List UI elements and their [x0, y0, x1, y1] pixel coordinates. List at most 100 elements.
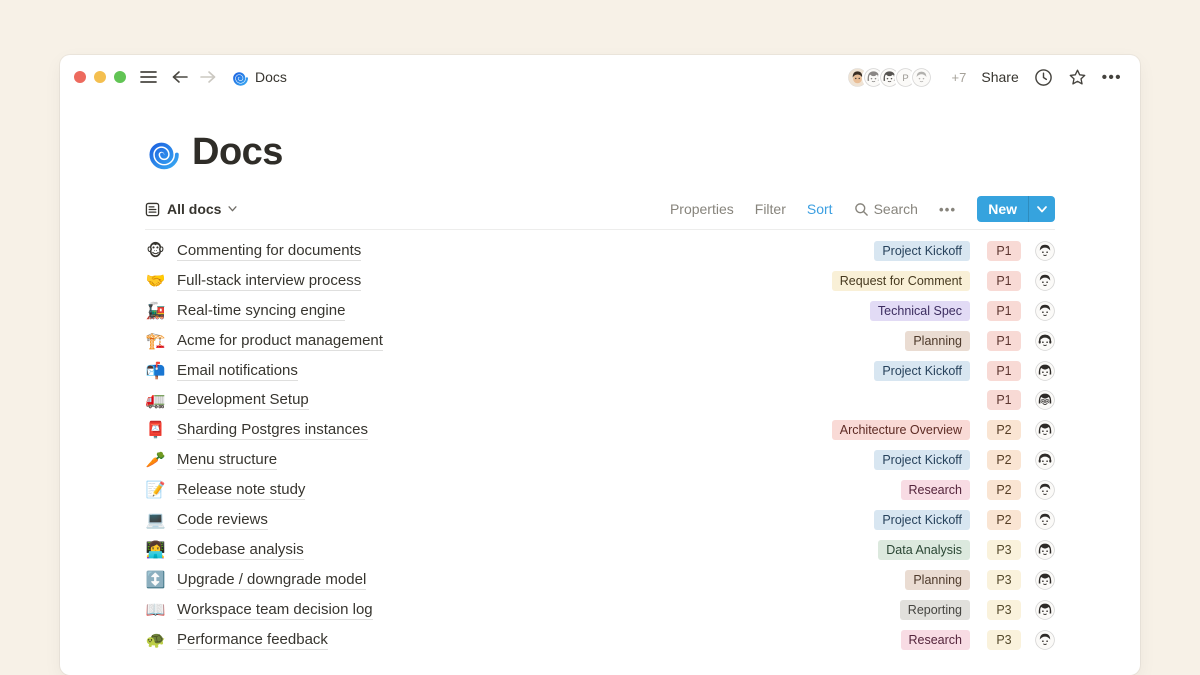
doc-title-link[interactable]: Menu structure — [177, 450, 277, 470]
doc-title-link[interactable]: Full-stack interview process — [177, 271, 361, 291]
docs-spiral-logo — [145, 136, 179, 170]
priority-badge[interactable]: P2 — [987, 510, 1021, 530]
doc-row[interactable]: 📝 Release note study Research P2 — [145, 475, 1055, 505]
doc-title-link[interactable]: Sharding Postgres instances — [177, 420, 368, 440]
doc-row[interactable]: 🚛 Development Setup P1 — [145, 385, 1055, 415]
doc-row[interactable]: 📖 Workspace team decision log Reporting … — [145, 595, 1055, 625]
doc-title-link[interactable]: Code reviews — [177, 510, 268, 530]
doc-emoji-icon: 🐵 — [145, 243, 166, 259]
doc-title-link[interactable]: Codebase analysis — [177, 540, 304, 560]
view-switcher[interactable]: All docs — [145, 201, 237, 217]
priority-badge[interactable]: P1 — [987, 361, 1021, 381]
doc-title-link[interactable]: Performance feedback — [177, 630, 328, 650]
priority-badge[interactable]: P3 — [987, 630, 1021, 650]
back-arrow-icon[interactable] — [171, 69, 189, 85]
doc-row[interactable]: 🐵 Commenting for documents Project Kicko… — [145, 236, 1055, 266]
doc-row[interactable]: 🤝 Full-stack interview process Request f… — [145, 266, 1055, 296]
doc-type-tag[interactable]: Technical Spec — [870, 301, 970, 321]
doc-row-meta: Project Kickoff P2 — [874, 510, 1055, 530]
doc-type-tag[interactable]: Research — [901, 630, 971, 650]
priority-badge[interactable]: P3 — [987, 570, 1021, 590]
priority-badge[interactable]: P1 — [987, 331, 1021, 351]
priority-badge[interactable]: P1 — [987, 301, 1021, 321]
doc-row[interactable]: 🚂 Real-time syncing engine Technical Spe… — [145, 296, 1055, 326]
assignee-avatar[interactable] — [1035, 570, 1055, 590]
doc-row[interactable]: ↕️ Upgrade / downgrade model Planning P3 — [145, 565, 1055, 595]
priority-badge[interactable]: P2 — [987, 420, 1021, 440]
doc-title-link[interactable]: Email notifications — [177, 361, 298, 381]
sort-button[interactable]: Sort — [807, 201, 833, 217]
doc-title-link[interactable]: Real-time syncing engine — [177, 301, 345, 321]
doc-type-tag[interactable]: Planning — [905, 570, 970, 590]
properties-button[interactable]: Properties — [670, 201, 734, 217]
breadcrumb[interactable]: Docs — [231, 69, 287, 86]
doc-type-tag[interactable]: Research — [901, 480, 971, 500]
search-button[interactable]: Search — [854, 201, 918, 217]
priority-badge[interactable]: P1 — [987, 271, 1021, 291]
doc-type-tag[interactable]: Request for Comment — [832, 271, 970, 291]
sidebar-menu-icon[interactable] — [140, 70, 157, 84]
zoom-window-button[interactable] — [114, 71, 126, 83]
assignee-avatar[interactable] — [1035, 600, 1055, 620]
assignee-avatar[interactable] — [1035, 540, 1055, 560]
doc-type-tag[interactable]: Project Kickoff — [874, 510, 970, 530]
doc-row[interactable]: 🐢 Performance feedback Research P3 — [145, 625, 1055, 655]
filter-button[interactable]: Filter — [755, 201, 786, 217]
doc-title-link[interactable]: Workspace team decision log — [177, 600, 373, 620]
view-more-icon[interactable]: ••• — [939, 202, 956, 217]
doc-type-tag[interactable]: Architecture Overview — [832, 420, 970, 440]
priority-badge[interactable]: P3 — [987, 600, 1021, 620]
doc-title-link[interactable]: Acme for product management — [177, 331, 383, 351]
assignee-avatar[interactable] — [1035, 390, 1055, 410]
priority-badge[interactable]: P3 — [987, 540, 1021, 560]
assignee-avatar[interactable] — [1035, 510, 1055, 530]
doc-list-view-icon — [145, 202, 160, 217]
assignee-avatar[interactable] — [1035, 301, 1055, 321]
doc-row[interactable]: 🏗️ Acme for product management Planning … — [145, 326, 1055, 356]
collaborator-avatar[interactable] — [910, 66, 933, 89]
assignee-avatar[interactable] — [1035, 630, 1055, 650]
doc-type-tag[interactable]: Data Analysis — [878, 540, 970, 560]
doc-row[interactable]: 📬 Email notifications Project Kickoff P1 — [145, 356, 1055, 386]
priority-badge[interactable]: P1 — [987, 241, 1021, 261]
new-button-group: New — [977, 196, 1055, 222]
priority-badge[interactable]: P2 — [987, 480, 1021, 500]
doc-type-tag[interactable]: Planning — [905, 331, 970, 351]
doc-row[interactable]: 💻 Code reviews Project Kickoff P2 — [145, 505, 1055, 535]
titlebar-more-icon[interactable]: ••• — [1102, 69, 1122, 86]
assignee-avatar[interactable] — [1035, 361, 1055, 381]
doc-title-link[interactable]: Upgrade / downgrade model — [177, 570, 366, 590]
forward-arrow-icon[interactable] — [199, 69, 217, 85]
doc-row[interactable]: 🥕 Menu structure Project Kickoff P2 — [145, 445, 1055, 475]
collaborator-overflow-count: +7 — [952, 70, 967, 85]
doc-row-meta: Research P2 — [901, 480, 1056, 500]
favorite-star-icon[interactable] — [1068, 68, 1087, 87]
doc-type-tag[interactable]: Reporting — [900, 600, 970, 620]
doc-title-link[interactable]: Development Setup — [177, 390, 309, 410]
history-clock-icon[interactable] — [1034, 68, 1053, 87]
close-window-button[interactable] — [74, 71, 86, 83]
assignee-avatar[interactable] — [1035, 271, 1055, 291]
doc-type-tag[interactable]: Project Kickoff — [874, 450, 970, 470]
doc-row[interactable]: 👩‍💻 Codebase analysis Data Analysis P3 — [145, 535, 1055, 565]
titlebar-right: P +7 Share ••• — [846, 66, 1122, 89]
doc-row[interactable]: 📮 Sharding Postgres instances Architectu… — [145, 415, 1055, 445]
assignee-avatar[interactable] — [1035, 420, 1055, 440]
doc-title-link[interactable]: Release note study — [177, 480, 305, 500]
assignee-avatar[interactable] — [1035, 450, 1055, 470]
new-dropdown-button[interactable] — [1028, 196, 1055, 222]
svg-text:P: P — [902, 73, 908, 84]
doc-emoji-icon: 🚂 — [145, 303, 166, 319]
doc-title-link[interactable]: Commenting for documents — [177, 241, 361, 261]
share-button[interactable]: Share — [981, 69, 1018, 85]
doc-type-tag[interactable]: Project Kickoff — [874, 361, 970, 381]
assignee-avatar[interactable] — [1035, 480, 1055, 500]
assignee-avatar[interactable] — [1035, 331, 1055, 351]
priority-badge[interactable]: P2 — [987, 450, 1021, 470]
new-button[interactable]: New — [977, 196, 1028, 222]
assignee-avatar[interactable] — [1035, 241, 1055, 261]
priority-badge[interactable]: P1 — [987, 390, 1021, 410]
minimize-window-button[interactable] — [94, 71, 106, 83]
doc-type-tag[interactable]: Project Kickoff — [874, 241, 970, 261]
collaborator-avatar-stack[interactable]: P — [846, 66, 933, 89]
